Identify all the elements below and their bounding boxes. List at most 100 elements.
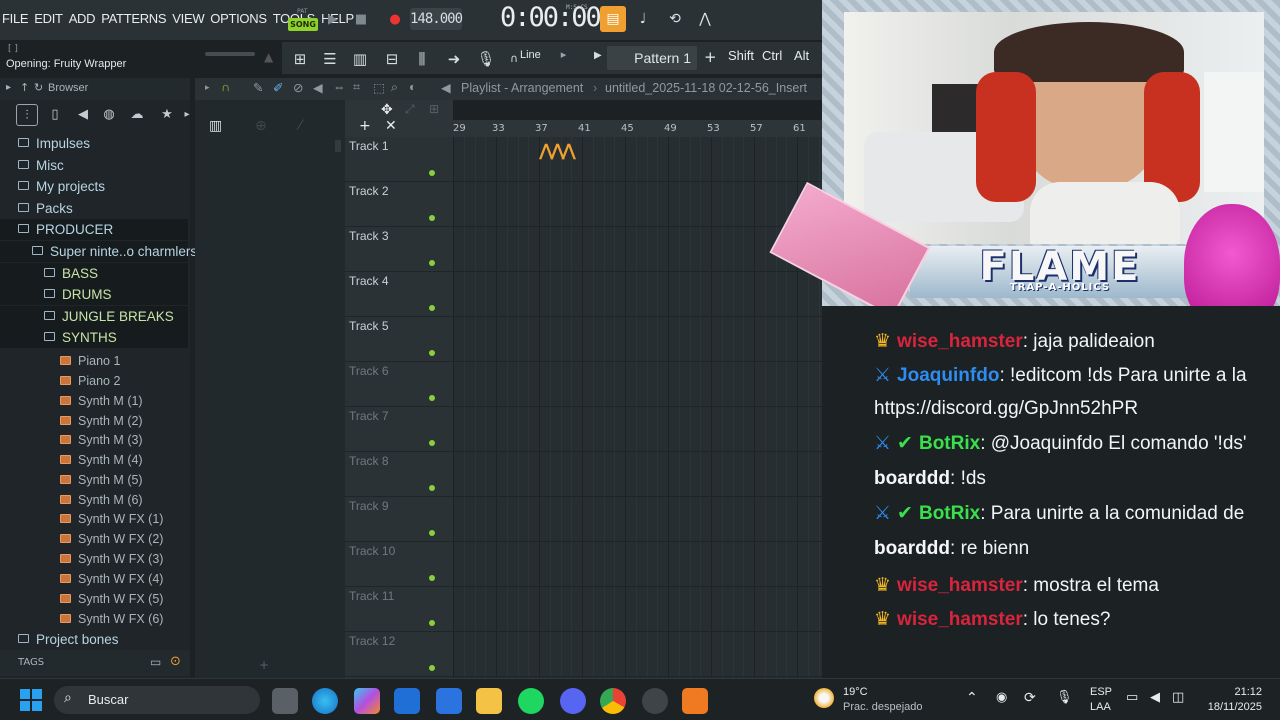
playlist-menu-icon[interactable]: ◀: [441, 80, 451, 95]
browser-file-item[interactable]: Synth M (6): [0, 490, 188, 511]
playback-icon[interactable]: ◐: [409, 80, 417, 94]
arrangement-grid[interactable]: ⋀⋀⋀: [453, 137, 822, 678]
taskbar-search[interactable]: ⌕ Buscar: [54, 686, 260, 714]
windows-start-icon[interactable]: [20, 689, 42, 711]
folder-icon[interactable]: ▭: [150, 655, 161, 669]
typing-keyboard-icon[interactable]: ▤: [600, 6, 626, 32]
browser-file-item[interactable]: Synth W FX (5): [0, 589, 188, 610]
track-mute-led[interactable]: [429, 575, 435, 581]
star-icon[interactable]: ★: [156, 104, 178, 126]
add-track-icon[interactable]: +: [359, 118, 371, 134]
browser-folder-item[interactable]: Packs: [0, 198, 188, 219]
add-icon[interactable]: +: [259, 658, 269, 672]
pitch-icon[interactable]: ▲: [264, 50, 276, 66]
search-icon[interactable]: ⊙: [170, 654, 181, 669]
track-mute-led[interactable]: [429, 215, 435, 221]
move-icon[interactable]: ✥: [381, 102, 393, 118]
audio-clip-icon[interactable]: ⊕: [255, 118, 267, 134]
battery-icon[interactable]: ◫: [1172, 690, 1184, 705]
track-header[interactable]: Track 4: [345, 272, 453, 317]
track-header[interactable]: Track 2: [345, 182, 453, 227]
copilot-icon[interactable]: [354, 688, 380, 714]
track-mute-led[interactable]: [429, 170, 435, 176]
slice-icon[interactable]: ⌗: [353, 80, 360, 95]
clock-date[interactable]: 18/11/2025: [1194, 701, 1262, 713]
chat-username[interactable]: BotRix: [919, 433, 980, 454]
channel-rack-icon[interactable]: ☰: [318, 48, 342, 70]
timeline-ruler[interactable]: 29 33 37 41 45 49 53 57 61: [453, 120, 822, 137]
browser-folder-item[interactable]: Impulses: [0, 133, 188, 154]
weather-icon[interactable]: [814, 688, 834, 708]
pattern-prev-icon[interactable]: ▶: [594, 50, 604, 61]
track-header[interactable]: Track 5: [345, 317, 453, 362]
collapse-icon[interactable]: ▸: [205, 82, 210, 93]
back-icon[interactable]: ↻: [34, 81, 43, 94]
ctrl-button[interactable]: Ctrl: [762, 48, 782, 63]
master-volume-slider[interactable]: [205, 52, 255, 56]
tray-chevron-icon[interactable]: ⌃: [966, 690, 978, 706]
browser-folder-item[interactable]: JUNGLE BREAKS: [0, 306, 188, 327]
track-header[interactable]: Track 1: [345, 137, 453, 182]
menu-edit[interactable]: EDIT: [34, 11, 63, 26]
mixer-icon[interactable]: ⊟: [380, 48, 404, 70]
chat-username[interactable]: wise_hamster: [897, 575, 1023, 596]
pattern-selector[interactable]: Pattern 1: [607, 46, 697, 70]
playlist-icon[interactable]: ⊞: [288, 48, 312, 70]
track-mute-led[interactable]: [429, 485, 435, 491]
browser-folder-item[interactable]: My projects: [0, 176, 188, 197]
browser-file-item[interactable]: Piano 1: [0, 351, 188, 372]
menu-add[interactable]: ADD: [69, 11, 96, 26]
track-header[interactable]: Track 11: [345, 587, 453, 632]
track-mute-led[interactable]: [429, 665, 435, 671]
language-code[interactable]: ESP: [1090, 686, 1112, 698]
volume-icon[interactable]: ◀: [1150, 690, 1160, 705]
mute-icon[interactable]: ◀: [313, 80, 323, 95]
file-explorer-icon[interactable]: [476, 688, 502, 714]
piano-roll-icon[interactable]: ▥: [348, 48, 372, 70]
menu-patterns[interactable]: PATTERNS: [101, 11, 166, 26]
resize-icon[interactable]: ⤢: [405, 102, 415, 117]
collapse-icon[interactable]: ▸: [6, 82, 11, 93]
record-icon[interactable]: ●: [384, 8, 406, 30]
browser-folder-item[interactable]: DRUMS: [0, 284, 188, 305]
clock-time[interactable]: 21:12: [1208, 686, 1262, 698]
headphones-icon[interactable]: ∩: [221, 80, 230, 94]
cloud-icon[interactable]: ☁: [126, 104, 148, 126]
track-mute-led[interactable]: [429, 260, 435, 266]
play-icon[interactable]: ▶: [322, 8, 344, 30]
speaker-icon[interactable]: ◀: [72, 104, 94, 126]
metronome-icon[interactable]: ♩: [630, 6, 656, 32]
up-arrow-icon[interactable]: ↑: [20, 81, 29, 94]
scrollbar[interactable]: [335, 140, 341, 152]
microphone-icon[interactable]: 🎙: [1056, 690, 1073, 705]
chat-username[interactable]: wise_hamster: [897, 609, 1023, 630]
browser-folder-item[interactable]: Project bones: [0, 629, 188, 650]
stop-icon[interactable]: ■: [350, 8, 372, 30]
chrome-icon[interactable]: [600, 688, 626, 714]
close-icon[interactable]: ✕: [385, 118, 397, 134]
paint-icon[interactable]: ✐: [273, 80, 283, 95]
sync-icon[interactable]: ⟳: [1024, 690, 1036, 706]
microphone-icon[interactable]: 🎙: [474, 48, 498, 70]
browser-file-item[interactable]: Synth W FX (3): [0, 549, 188, 570]
file-icon[interactable]: ▯: [44, 104, 66, 126]
track-header[interactable]: Track 12: [345, 632, 453, 677]
automation-icon[interactable]: ⁄: [299, 118, 301, 134]
track-mute-led[interactable]: [429, 440, 435, 446]
pencil-icon[interactable]: ✎: [253, 80, 263, 95]
task-view-icon[interactable]: [272, 688, 298, 714]
chat-username[interactable]: wise_hamster: [897, 331, 1023, 352]
chat-username[interactable]: BotRix: [919, 503, 980, 524]
select-icon[interactable]: ⬚: [373, 80, 385, 95]
grid-icon[interactable]: ⊞: [429, 102, 439, 116]
keyboard-layout[interactable]: LAA: [1090, 701, 1111, 713]
waveform-icon[interactable]: ⫶: [16, 104, 38, 126]
tray-app-icon[interactable]: ◉: [996, 690, 1007, 705]
spotify-icon[interactable]: [518, 688, 544, 714]
outlook-icon[interactable]: [394, 688, 420, 714]
browser-file-item[interactable]: Synth M (1): [0, 391, 188, 412]
globe-icon[interactable]: ◍: [98, 104, 120, 126]
menu-options[interactable]: OPTIONS: [210, 11, 267, 26]
track-mute-led[interactable]: [429, 305, 435, 311]
tempo-display[interactable]: 148.000: [410, 8, 463, 30]
